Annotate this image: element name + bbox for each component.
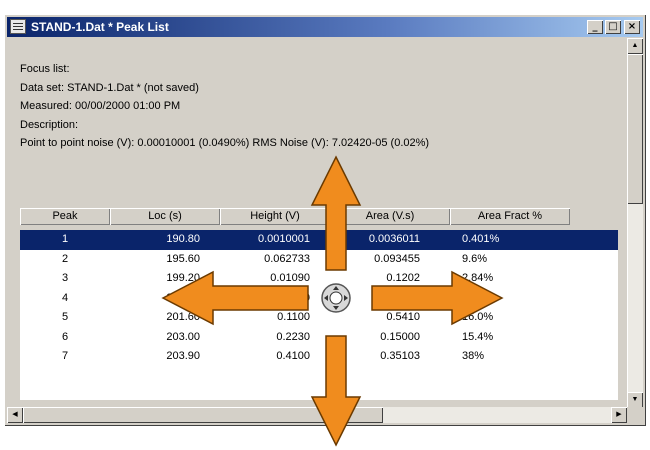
arrow-right-icon: [371, 270, 504, 326]
pan-arrows-overlay: [161, 155, 504, 447]
arrow-left-icon: [161, 270, 309, 326]
arrow-up-icon: [310, 155, 362, 271]
pan-cursor-icon: [321, 283, 351, 313]
arrow-down-icon: [310, 335, 362, 447]
